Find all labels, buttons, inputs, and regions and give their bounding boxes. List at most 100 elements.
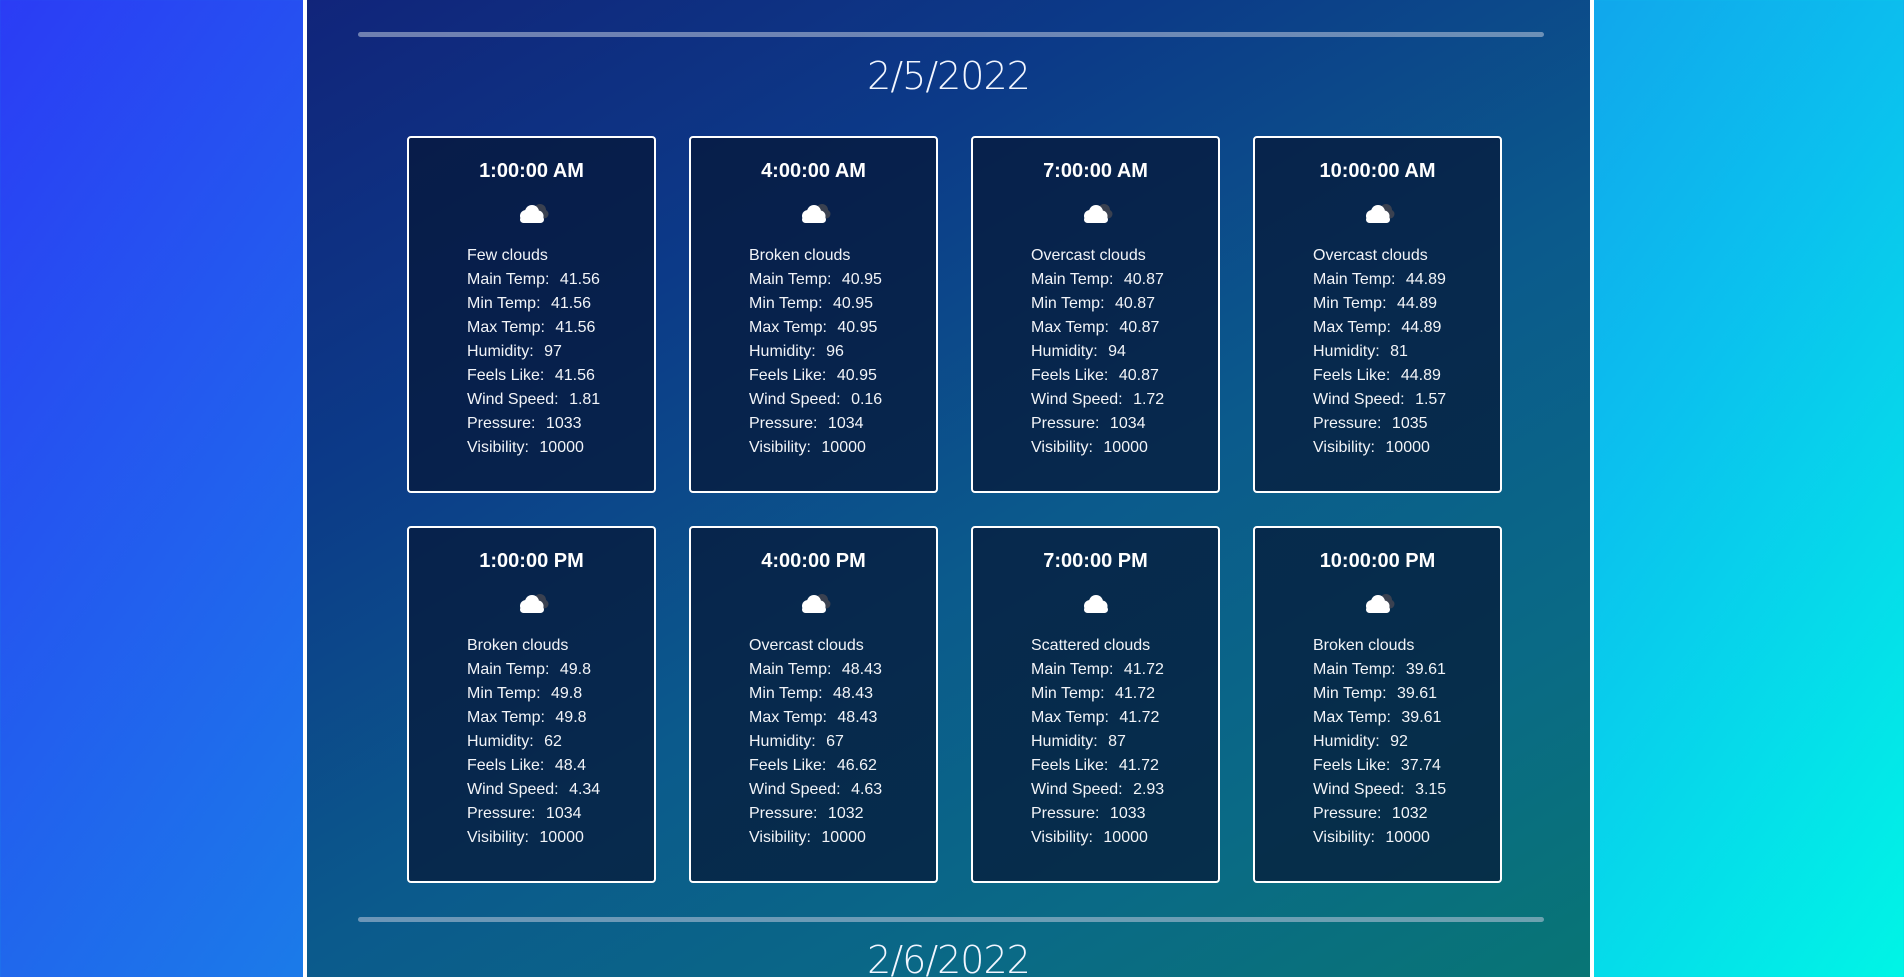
weather-description: Overcast clouds [1031,247,1146,264]
visibility-value: 10000 [821,439,866,456]
max-temp-value: 44.89 [1401,319,1442,336]
wind-speed-label: Wind Speed: [467,391,559,408]
feels-like-value: 40.87 [1118,367,1159,384]
feels-like-value: 41.56 [554,367,595,384]
forecast-time: 4:00:00 AM [761,160,866,182]
min-temp-label: Min Temp: [467,295,541,312]
forecast-time: 10:00:00 PM [1319,550,1436,572]
weather-description: Broken clouds [749,247,851,264]
max-temp-label: Max Temp: [749,319,827,336]
pressure-label: Pressure: [467,415,536,432]
min-temp-label: Min Temp: [467,685,541,702]
visibility-row: Visibility: 10000 [1313,826,1446,850]
wind-speed-value: 0.16 [851,391,883,408]
pressure-label: Pressure: [467,805,536,822]
wind-speed-value: 1.57 [1415,391,1447,408]
main-temp-label: Main Temp: [1313,271,1396,288]
min-temp-label: Min Temp: [1031,685,1105,702]
visibility-row: Visibility: 10000 [749,826,882,850]
forecast-card: 7:00:00 AM Overcast clouds Main Temp: 40.8… [971,136,1220,493]
forecast-details: Overcast clouds Main Temp: 40.87 Min Temp:… [1031,244,1164,460]
date-heading: 2/5/2022 [867,54,1031,98]
pressure-row: Pressure: 1032 [749,802,882,826]
humidity-row: Humidity: 67 [749,730,882,754]
visibility-row: Visibility: 10000 [1031,436,1164,460]
forecast-card: 1:00:00 AM Few clouds Main Temp: 41.56 Min … [407,136,656,493]
wind-speed-label: Wind Speed: [467,781,559,798]
humidity-row: Humidity: 92 [1313,730,1446,754]
main-temp-label: Main Temp: [1313,661,1396,678]
humidity-row: Humidity: 87 [1031,730,1164,754]
visibility-label: Visibility: [467,439,529,456]
forecast-time: 1:00:00 AM [479,160,584,182]
main-temp-value: 41.56 [559,271,600,288]
visibility-label: Visibility: [467,829,529,846]
min-temp-row: Min Temp: 41.56 [467,292,600,316]
min-temp-value: 44.89 [1396,295,1438,312]
main-temp-label: Main Temp: [749,271,832,288]
max-temp-value: 41.56 [555,319,596,336]
visibility-label: Visibility: [1031,439,1093,456]
forecast-time: 10:00:00 AM [1319,160,1436,182]
pressure-value: 1034 [545,805,582,822]
main-temp-row: Main Temp: 41.72 [1031,658,1164,682]
forecast-details: Overcast clouds Main Temp: 48.43 Min Temp:… [749,634,882,850]
forecast-details: Broken clouds Main Temp: 39.61 Min Temp: 3… [1313,634,1446,850]
forecast-details: Overcast clouds Main Temp: 44.89 Min Temp:… [1313,244,1446,460]
pressure-row: Pressure: 1034 [1031,412,1164,436]
few-clouds-icon [515,202,549,224]
max-temp-label: Max Temp: [1031,709,1109,726]
wind-speed-value: 1.81 [569,391,601,408]
pressure-value: 1033 [545,415,582,432]
wind-speed-row: Wind Speed: 1.57 [1313,388,1446,412]
weather-description: Broken clouds [467,637,569,654]
visibility-row: Visibility: 10000 [1031,826,1164,850]
feels-like-label: Feels Like: [749,757,827,774]
visibility-label: Visibility: [1313,829,1375,846]
max-temp-row: Max Temp: 41.56 [467,316,600,340]
max-temp-value: 49.8 [555,709,587,726]
max-temp-row: Max Temp: 44.89 [1313,316,1446,340]
max-temp-row: Max Temp: 41.72 [1031,706,1164,730]
weather-description: Few clouds [467,247,548,264]
humidity-label: Humidity: [1031,343,1098,360]
feels-like-value: 37.74 [1400,757,1441,774]
wind-speed-label: Wind Speed: [749,781,841,798]
humidity-label: Humidity: [467,733,534,750]
max-temp-row: Max Temp: 40.87 [1031,316,1164,340]
min-temp-row: Min Temp: 41.72 [1031,682,1164,706]
visibility-row: Visibility: 10000 [467,826,600,850]
pressure-row: Pressure: 1033 [467,412,600,436]
feels-like-row: Feels Like: 41.56 [467,364,600,388]
min-temp-value: 40.87 [1114,295,1156,312]
min-temp-label: Min Temp: [1313,295,1387,312]
forecast-details: Broken clouds Main Temp: 49.8 Min Temp: 49… [467,634,600,850]
max-temp-row: Max Temp: 40.95 [749,316,882,340]
max-temp-value: 39.61 [1401,709,1442,726]
visibility-value: 10000 [821,829,866,846]
main-temp-value: 39.61 [1405,661,1446,678]
feels-like-label: Feels Like: [1031,367,1109,384]
max-temp-value: 48.43 [837,709,878,726]
pressure-label: Pressure: [749,415,818,432]
min-temp-row: Min Temp: 44.89 [1313,292,1446,316]
visibility-value: 10000 [1103,439,1148,456]
forecast-time: 1:00:00 PM [479,550,584,572]
main-temp-value: 40.87 [1123,271,1164,288]
main-temp-row: Main Temp: 39.61 [1313,658,1446,682]
feels-like-label: Feels Like: [467,367,545,384]
humidity-label: Humidity: [1313,343,1380,360]
visibility-value: 10000 [1103,829,1148,846]
feels-like-value: 41.72 [1118,757,1159,774]
visibility-label: Visibility: [1031,829,1093,846]
visibility-row: Visibility: 10000 [1313,436,1446,460]
humidity-value: 87 [1108,733,1126,750]
visibility-label: Visibility: [749,439,811,456]
wind-speed-row: Wind Speed: 4.34 [467,778,600,802]
max-temp-label: Max Temp: [467,319,545,336]
min-temp-row: Min Temp: 39.61 [1313,682,1446,706]
pressure-label: Pressure: [749,805,818,822]
feels-like-row: Feels Like: 41.72 [1031,754,1164,778]
pressure-row: Pressure: 1034 [749,412,882,436]
wind-speed-row: Wind Speed: 3.15 [1313,778,1446,802]
